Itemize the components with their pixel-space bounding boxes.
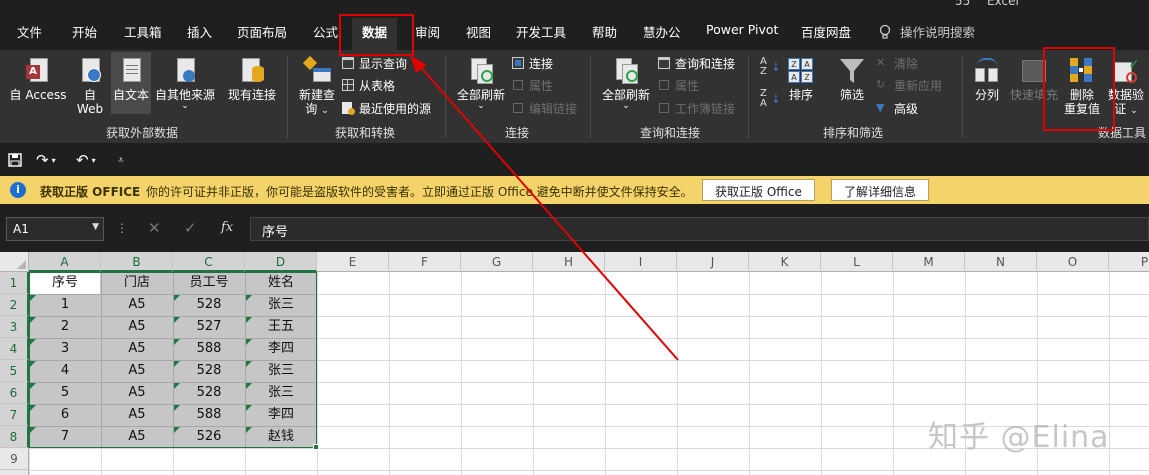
arrow-shaft xyxy=(417,63,679,361)
annotation-arrow xyxy=(410,55,679,361)
watermark: 知乎 @Elina xyxy=(928,420,1110,455)
